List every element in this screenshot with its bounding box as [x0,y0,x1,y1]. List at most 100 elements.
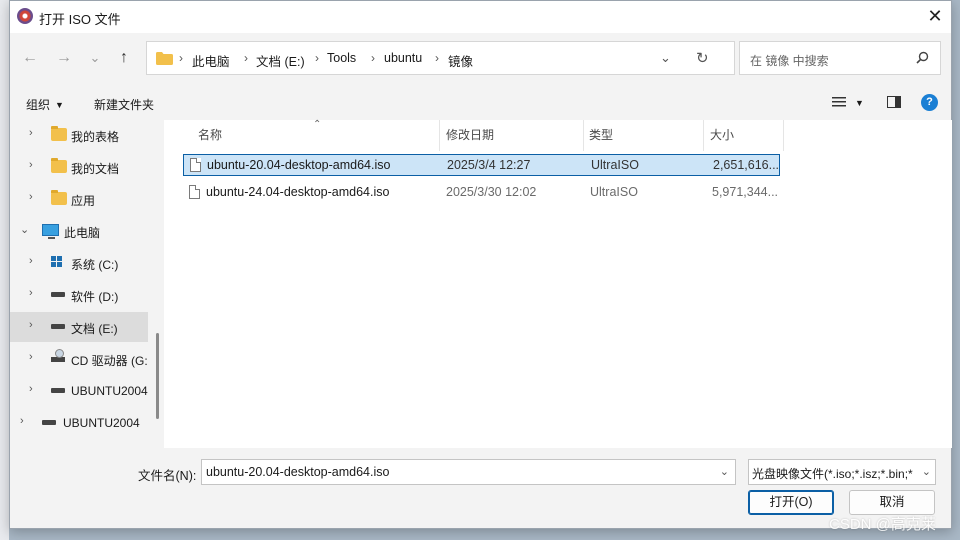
file-list: ⌃ 名称 修改日期 类型 大小 ubuntu-20.04-desktop-amd… [164,119,952,448]
file-size: 2,651,616... [713,158,780,172]
view-list-icon[interactable] [832,96,846,108]
column-header-size[interactable]: 大小 [710,126,734,143]
navigation-pane: › 我的表格 › 我的文档 › 应用 ⌄ 此电脑 › 系统 (C:) › 软件 … [10,120,164,448]
sidebar-item-label: UBUNTU2004 [71,384,148,398]
chevron-right-icon[interactable]: › [29,319,33,331]
navigation-scrollbar[interactable] [156,333,159,419]
folder-icon [51,190,67,205]
chevron-right-icon[interactable]: › [29,351,33,363]
file-type-select[interactable]: 光盘映像文件(*.iso;*.isz;*.bin;* ⌄ [748,459,936,485]
recent-locations-chevron-icon[interactable]: ⌄ [84,45,106,71]
chevron-right-icon[interactable]: › [29,255,33,267]
sidebar-item-label: 应用 [71,194,96,208]
breadcrumb-separator-icon: › [435,51,439,65]
sidebar-item-label: CD 驱动器 (G: [71,354,148,368]
column-divider[interactable] [703,120,704,151]
sidebar-item-label: 我的表格 [71,130,120,144]
cd-drive-icon [51,349,65,362]
sidebar-item-apps[interactable]: › 应用 [10,184,148,214]
close-button[interactable]: ✕ [919,1,951,33]
chevron-right-icon[interactable]: › [20,415,24,427]
cancel-button[interactable]: 取消 [849,490,935,515]
refresh-icon[interactable]: ↻ [696,49,709,67]
view-options-caret-icon[interactable]: ▼ [855,98,864,108]
folder-icon [51,158,67,173]
open-iso-dialog: 打开 ISO 文件 ✕ ← → ⌄ ↑ › 此电脑 › 文档 (E:) › To… [9,0,952,529]
file-row[interactable]: ubuntu-24.04-desktop-amd64.iso 2025/3/30… [183,182,780,204]
drive-icon [51,324,65,329]
breadcrumb-tools[interactable]: Tools [327,51,356,65]
sidebar-item-cd-drive-g[interactable]: › CD 驱动器 (G: [10,344,148,374]
folder-icon [156,52,173,65]
column-divider[interactable] [583,120,584,151]
sidebar-item-label: 系统 (C:) [71,258,119,272]
file-type-value: 光盘映像文件(*.iso;*.isz;*.bin;* [752,467,913,481]
computer-icon [42,224,59,239]
file-icon [189,185,200,199]
column-divider[interactable] [439,120,440,151]
chevron-right-icon[interactable]: › [29,159,33,171]
search-icon[interactable] [916,51,929,64]
back-arrow-icon[interactable]: ← [19,45,41,71]
sidebar-item-system-c[interactable]: › 系统 (C:) [10,248,148,278]
folder-icon [51,126,67,141]
sidebar-item-label: 此电脑 [64,226,101,240]
column-header-name[interactable]: 名称 [198,126,222,143]
up-arrow-icon[interactable]: ↑ [113,45,135,71]
sidebar-item-my-spreadsheets[interactable]: › 我的表格 [10,120,148,150]
breadcrumb-separator-icon: › [179,51,183,65]
chevron-right-icon[interactable]: › [29,383,33,395]
organize-menu-button[interactable]: 组织 ▼ [26,96,64,113]
address-bar[interactable]: › 此电脑 › 文档 (E:) › Tools › ubuntu › 镜像 ⌄ … [146,41,735,75]
chevron-down-icon[interactable]: ⌄ [20,223,29,236]
chevron-right-icon[interactable]: › [29,127,33,139]
sidebar-item-software-d[interactable]: › 软件 (D:) [10,280,148,310]
new-folder-button[interactable]: 新建文件夹 [94,96,154,113]
filename-label: 文件名(N): [138,469,197,483]
file-type: UltraISO [590,185,638,199]
sidebar-item-my-documents[interactable]: › 我的文档 [10,152,148,182]
breadcrumb-separator-icon: › [371,51,375,65]
file-type: UltraISO [591,158,639,172]
preview-pane-icon[interactable] [887,96,901,108]
search-placeholder: 在 镜像 中搜索 [750,54,829,68]
sidebar-item-label: 我的文档 [71,162,120,176]
breadcrumb-this-pc[interactable]: 此电脑 [192,51,230,70]
chevron-down-icon[interactable]: ⌄ [720,465,729,478]
column-header-type[interactable]: 类型 [589,126,613,143]
file-name: ubuntu-20.04-desktop-amd64.iso [207,158,391,172]
ultraiso-app-icon [17,8,33,24]
file-size: 5,971,344... [712,185,779,199]
drive-icon [51,388,65,393]
breadcrumb-images[interactable]: 镜像 [448,51,473,70]
breadcrumb-ubuntu[interactable]: ubuntu [384,51,422,65]
sidebar-item-ubuntu2004-drive[interactable]: › UBUNTU2004 [10,376,148,406]
filename-input[interactable]: ubuntu-20.04-desktop-amd64.iso ⌄ [201,459,736,485]
drive-icon [42,420,56,425]
column-divider[interactable] [783,120,784,151]
chevron-right-icon[interactable]: › [29,191,33,203]
sidebar-item-label: 文档 (E:) [71,322,118,336]
csdn-watermark: CSDN @高克莱 [829,516,936,533]
sidebar-item-ubuntu2004-root[interactable]: › UBUNTU2004 [10,408,148,438]
drive-icon [51,292,65,297]
sidebar-item-this-pc[interactable]: ⌄ 此电脑 [10,216,148,246]
file-row[interactable]: ubuntu-20.04-desktop-amd64.iso 2025/3/4 … [183,154,780,176]
sidebar-item-documents-e[interactable]: › 文档 (E:) [10,312,148,342]
breadcrumb-documents-drive[interactable]: 文档 (E:) [256,51,305,70]
file-name: ubuntu-24.04-desktop-amd64.iso [206,185,390,199]
address-history-dropdown-icon[interactable]: ⌄ [660,50,671,66]
title-bar: 打开 ISO 文件 ✕ [10,1,951,33]
help-icon[interactable]: ? [921,94,938,111]
caret-down-icon: ▼ [55,100,64,110]
chevron-down-icon[interactable]: ⌄ [922,465,931,478]
breadcrumb-separator-icon: › [244,51,248,65]
search-input[interactable]: 在 镜像 中搜索 [739,41,941,75]
sidebar-item-label: 软件 (D:) [71,290,119,304]
file-icon [190,158,201,172]
chevron-right-icon[interactable]: › [29,287,33,299]
sort-ascending-icon: ⌃ [313,119,322,130]
column-header-modified[interactable]: 修改日期 [446,126,494,143]
forward-arrow-icon[interactable]: → [53,45,75,71]
open-button[interactable]: 打开(O) [748,490,834,515]
